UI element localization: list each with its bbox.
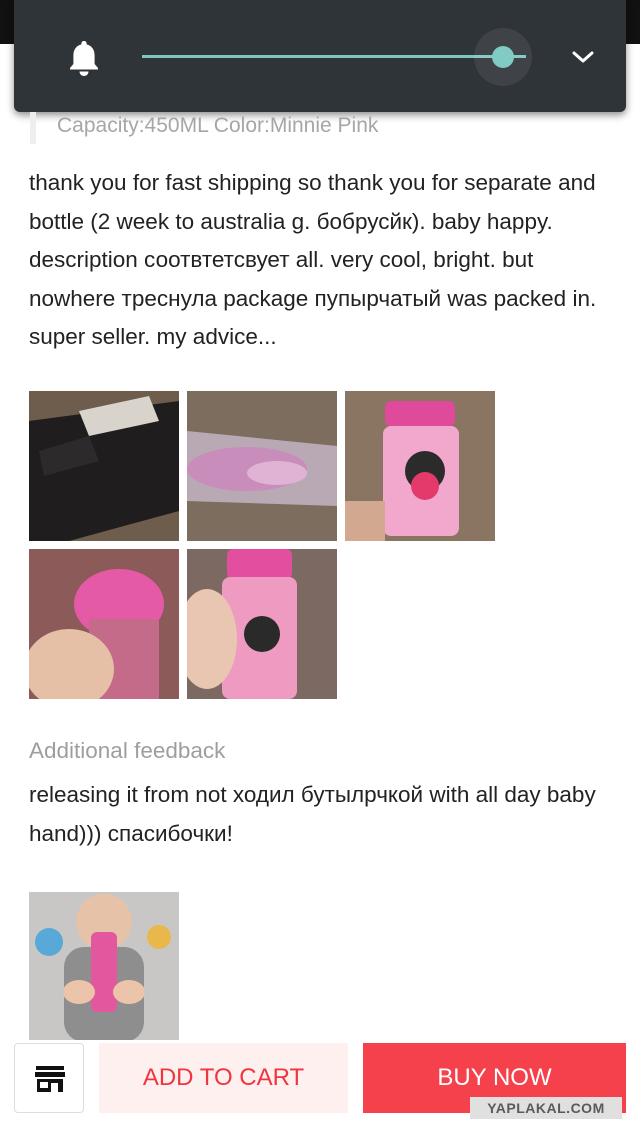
volume-panel (14, 0, 626, 112)
volume-slider-thumb[interactable] (491, 46, 514, 68)
add-to-cart-button[interactable]: ADD TO CART (99, 1043, 348, 1113)
additional-feedback-label: Additional feedback (29, 738, 226, 763)
review-sku: Capacity:450ML Color:Minnie Pink (57, 114, 379, 137)
review-text: thank you for fast shipping so thank you… (29, 170, 597, 349)
watermark: YAPLAKAL.COM (470, 1097, 622, 1119)
review-photo-baby-with-bottle[interactable] (29, 892, 179, 1042)
store-icon (35, 1066, 65, 1092)
sku-quote-bar (30, 112, 36, 144)
review-photo-package[interactable] (29, 391, 179, 541)
review-photo-bottle-hand[interactable] (187, 549, 337, 699)
bell-icon[interactable] (66, 38, 102, 78)
volume-slider-track[interactable] (142, 55, 526, 58)
store-button[interactable] (14, 1043, 84, 1113)
chevron-down-icon[interactable] (570, 46, 596, 68)
review-photo-bubble-wrap[interactable] (187, 391, 337, 541)
review-photo-bottle[interactable] (345, 391, 495, 541)
review-photo-bottle-cap[interactable] (29, 549, 179, 699)
additional-feedback-text: releasing it from not ходил бутылрчкой w… (29, 782, 596, 846)
